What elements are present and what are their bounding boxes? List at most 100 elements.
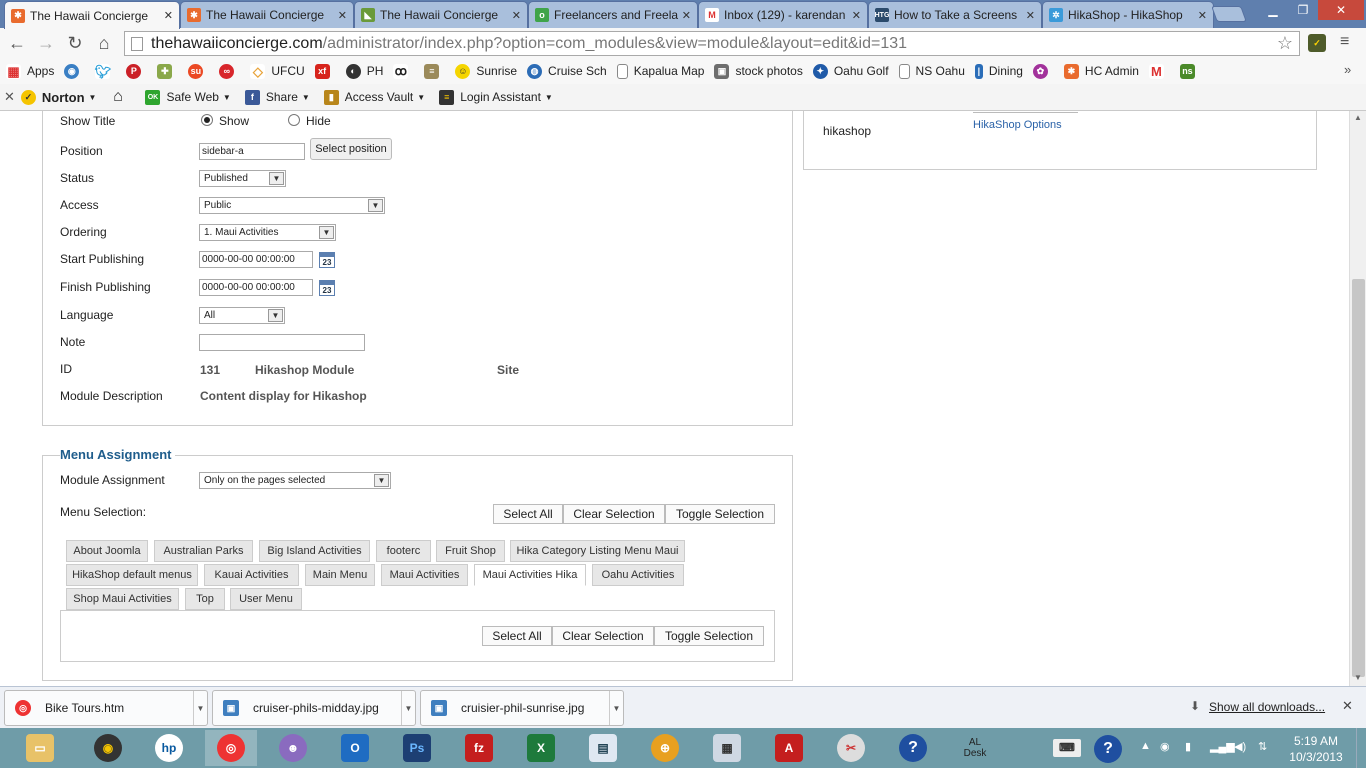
power-icon[interactable]: ▮	[1185, 740, 1191, 753]
bookmark-3[interactable]: 🐦︎	[95, 63, 116, 79]
close-window-icon[interactable]: ✕	[1318, 0, 1364, 20]
taskbar-messenger[interactable]: ☻	[267, 730, 319, 766]
menu-tab-oahu-activities[interactable]: Oahu Activities	[592, 564, 684, 586]
menu-tab-hikashop-default-menus[interactable]: HikaShop default menus	[66, 564, 198, 586]
bookmark-4[interactable]: P	[126, 63, 147, 79]
back-icon[interactable]: ←	[5, 31, 29, 55]
browser-tab-1[interactable]: ✱ The Hawaii Concierge ✕	[4, 1, 180, 29]
bookmark-ph[interactable]: ◐ PH	[345, 63, 383, 79]
taskbar-snipping[interactable]: ✂	[825, 730, 877, 766]
menu-tab-user-menu[interactable]: User Menu	[230, 588, 302, 610]
note-input[interactable]	[199, 334, 365, 351]
taskbar-network[interactable]: ⊕	[639, 730, 691, 766]
show-desktop-button[interactable]	[1356, 728, 1366, 768]
bookmark-hc-admin[interactable]: ✱ HC Admin	[1063, 63, 1139, 79]
panel-toggle-selection-button[interactable]: Toggle Selection	[654, 626, 764, 646]
menu-icon[interactable]: ≡	[1340, 33, 1349, 51]
toggle-selection-button[interactable]: Toggle Selection	[665, 504, 775, 524]
vertical-scrollbar[interactable]: ▲ ▼	[1349, 111, 1366, 686]
minimize-icon[interactable]: ▁	[1258, 0, 1288, 20]
calendar-icon[interactable]: 23	[319, 280, 335, 296]
bookmark-star-icon[interactable]: ☆	[1277, 33, 1293, 54]
menu-tab-top[interactable]: Top	[185, 588, 225, 610]
volume-icon[interactable]: ◀)	[1234, 740, 1246, 753]
bookmark-7[interactable]: ∞	[219, 63, 240, 79]
close-icon[interactable]: ✕	[4, 89, 15, 105]
module-assignment-select[interactable]: Only on the pages selected ▼	[199, 472, 391, 489]
login-assistant-button[interactable]: ≡ Login Assistant ▼	[439, 89, 553, 105]
hikashop-options-link[interactable]: HikaShop Options	[973, 119, 1062, 131]
new-tab-button[interactable]	[1211, 6, 1247, 22]
menu-tab-australian-parks[interactable]: Australian Parks	[154, 540, 253, 562]
bookmark-23[interactable]: ns	[1179, 63, 1201, 79]
norton-home[interactable]: ⌂	[110, 89, 131, 105]
scroll-thumb[interactable]	[1352, 279, 1365, 677]
download-item[interactable]: ▣ cruisier-phil-sunrise.jpg ▼	[420, 690, 624, 726]
restore-icon[interactable]: ❐	[1288, 0, 1318, 20]
taskbar-excel[interactable]: X	[515, 730, 567, 766]
keyboard-icon[interactable]: ⌨	[1053, 739, 1081, 757]
taskbar-media[interactable]: ◉	[82, 730, 134, 766]
show-all-downloads-link[interactable]: Show all downloads...	[1209, 700, 1325, 714]
bookmarks-overflow-icon[interactable]: »	[1344, 62, 1351, 77]
browser-tab-5[interactable]: M Inbox (129) - karendan ✕	[698, 1, 868, 28]
browser-tab-2[interactable]: ✱ The Hawaii Concierge ✕	[180, 1, 354, 28]
bookmark-stock-photos[interactable]: ▣ stock photos	[714, 63, 803, 79]
taskbar-chrome[interactable]: ◎	[205, 730, 257, 766]
taskbar-calculator[interactable]: ▦	[701, 730, 753, 766]
download-item[interactable]: ▣ cruiser-phils-midday.jpg ▼	[212, 690, 416, 726]
menu-tab-fruit-shop[interactable]: Fruit Shop	[436, 540, 505, 562]
browser-tab-6[interactable]: HTG How to Take a Screens ✕	[868, 1, 1042, 28]
bookmark-5[interactable]: ✚	[157, 63, 178, 79]
taskbar-hp[interactable]: hp	[143, 730, 195, 766]
close-icon[interactable]: ✕	[1342, 698, 1353, 714]
bookmark-12[interactable]: ≡	[424, 63, 445, 79]
bookmark-20[interactable]: ✿	[1032, 63, 1054, 79]
show-title-show-radio[interactable]	[201, 114, 213, 126]
finish-publishing-input[interactable]: 0000-00-00 00:00:00	[199, 279, 313, 296]
menu-tab-maui-activities-hika[interactable]: Maui Activities Hika	[474, 564, 586, 586]
position-input[interactable]: sidebar-a	[199, 143, 305, 160]
taskbar-filezilla[interactable]: fz	[453, 730, 505, 766]
access-vault-button[interactable]: ▮ Access Vault ▼	[323, 89, 425, 105]
bookmark-cruise[interactable]: ◍ Cruise Sch	[527, 63, 607, 79]
norton-menu[interactable]: ✓ Norton ▼	[20, 89, 96, 105]
bookmark-2[interactable]: ◉	[64, 63, 85, 79]
bookmark-dining[interactable]: | Dining	[974, 63, 1023, 79]
close-icon[interactable]: ✕	[1026, 9, 1035, 22]
network-icon[interactable]: ▂▄▆	[1210, 740, 1235, 753]
bookmark-oahu-golf[interactable]: ✦ Oahu Golf	[812, 63, 889, 79]
menu-tab-maui-activities[interactable]: Maui Activities	[381, 564, 468, 586]
show-hidden-icons[interactable]: ▲	[1140, 740, 1151, 752]
home-icon[interactable]: ⌂	[92, 31, 116, 55]
chevron-down-icon[interactable]: ▼	[401, 691, 415, 725]
browser-tab-4[interactable]: o Freelancers and Freela ✕	[528, 1, 698, 28]
menu-tab-big-island-activities[interactable]: Big Island Activities	[259, 540, 370, 562]
language-select[interactable]: All ▼	[199, 307, 285, 324]
norton-extension-icon[interactable]: ✓	[1308, 34, 1326, 52]
bookmark-9[interactable]: xf	[314, 63, 336, 79]
share-button[interactable]: f Share ▼	[244, 89, 310, 105]
reload-icon[interactable]: ↻	[63, 31, 87, 55]
help-tray-icon[interactable]: ?	[1094, 735, 1122, 763]
bookmark-22[interactable]: M	[1148, 63, 1170, 79]
taskbar-explorer[interactable]: ▭	[14, 730, 66, 766]
menu-tab-kauai-activities[interactable]: Kauai Activities	[204, 564, 299, 586]
taskbar-al-desk[interactable]: AL Desk	[949, 730, 1001, 766]
taskbar-publisher[interactable]: ▤	[577, 730, 629, 766]
bookmark-sunrise[interactable]: ☺ Sunrise	[455, 63, 517, 79]
select-position-button[interactable]: Select position	[310, 138, 392, 160]
forward-icon[interactable]: →	[34, 31, 58, 55]
show-title-hide-radio[interactable]	[288, 114, 300, 126]
clear-selection-button[interactable]: Clear Selection	[563, 504, 665, 524]
menu-tab-main-menu[interactable]: Main Menu	[305, 564, 375, 586]
access-select[interactable]: Public ▼	[199, 197, 385, 214]
browser-tab-7[interactable]: ✲ HikaShop - HikaShop ✕	[1042, 1, 1214, 28]
close-icon[interactable]: ✕	[852, 9, 861, 22]
menu-tab-hika-category-listing[interactable]: Hika Category Listing Menu Maui	[510, 540, 685, 562]
close-icon[interactable]: ✕	[512, 9, 521, 22]
select-all-button[interactable]: Select All	[493, 504, 563, 524]
scroll-down-icon[interactable]: ▼	[1354, 673, 1362, 682]
bookmark-ns-oahu[interactable]: NS Oahu	[898, 63, 965, 79]
panel-select-all-button[interactable]: Select All	[482, 626, 552, 646]
